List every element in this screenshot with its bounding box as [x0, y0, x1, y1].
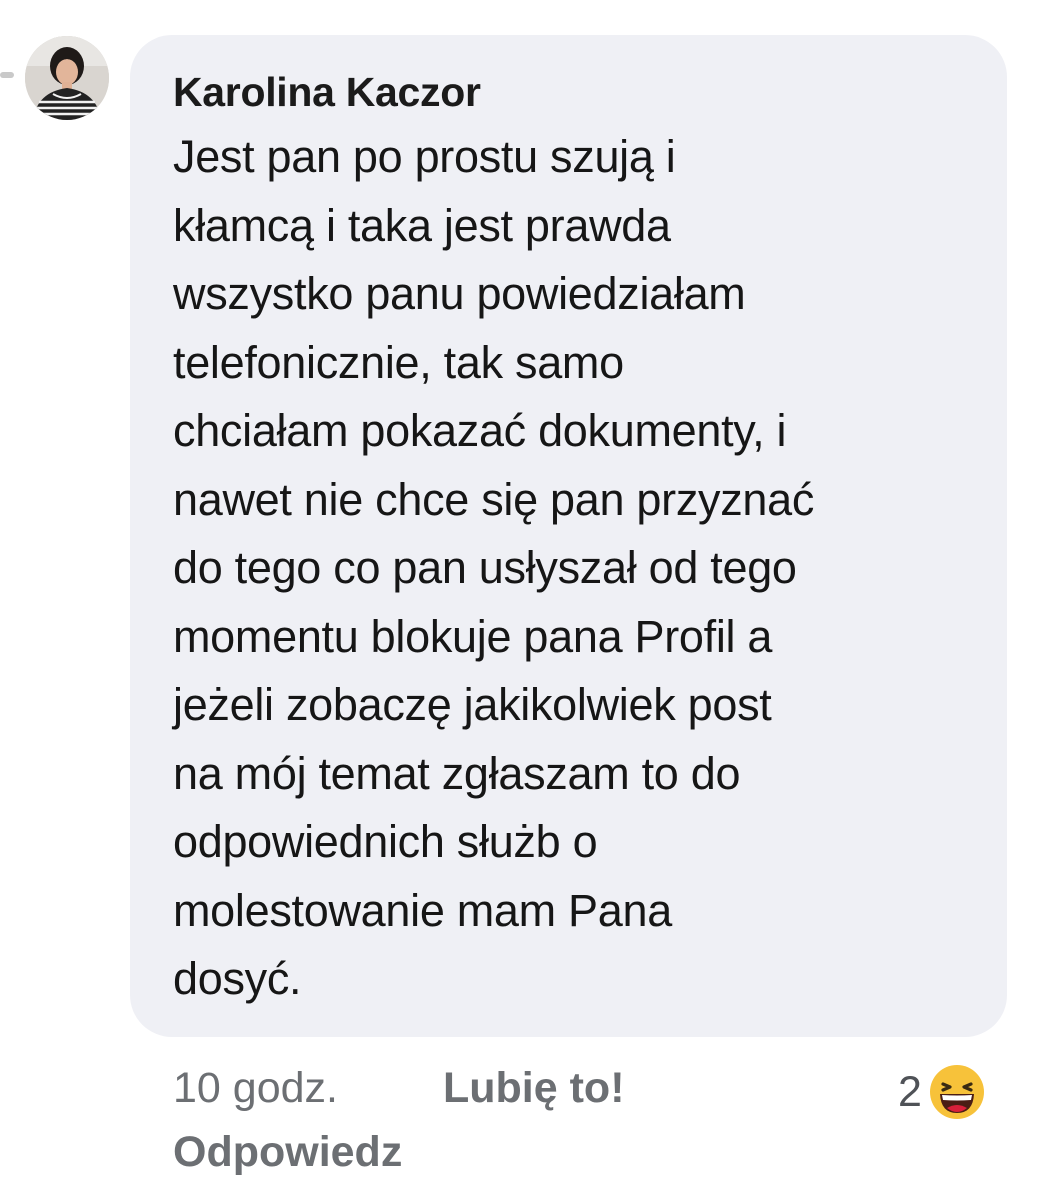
reaction-count: 2 [898, 1068, 922, 1116]
comment: Karolina Kaczor Jest pan po prostu szują… [0, 0, 1049, 1200]
thread-connector-line [0, 72, 14, 78]
reply-button[interactable]: Odpowiedz [173, 1124, 402, 1180]
comment-timestamp[interactable]: 10 godz. [173, 1060, 338, 1116]
comment-author-name[interactable]: Karolina Kaczor [173, 67, 967, 117]
comment-bubble: Karolina Kaczor Jest pan po prostu szują… [130, 35, 1007, 1037]
like-button[interactable]: Lubię to! [443, 1060, 625, 1116]
avatar[interactable] [25, 36, 109, 120]
comment-text: Jest pan po prostu szują i kłamcą i taka… [173, 131, 815, 1004]
haha-emoji-icon [928, 1063, 986, 1121]
reaction-summary[interactable]: 2 [898, 1062, 986, 1122]
